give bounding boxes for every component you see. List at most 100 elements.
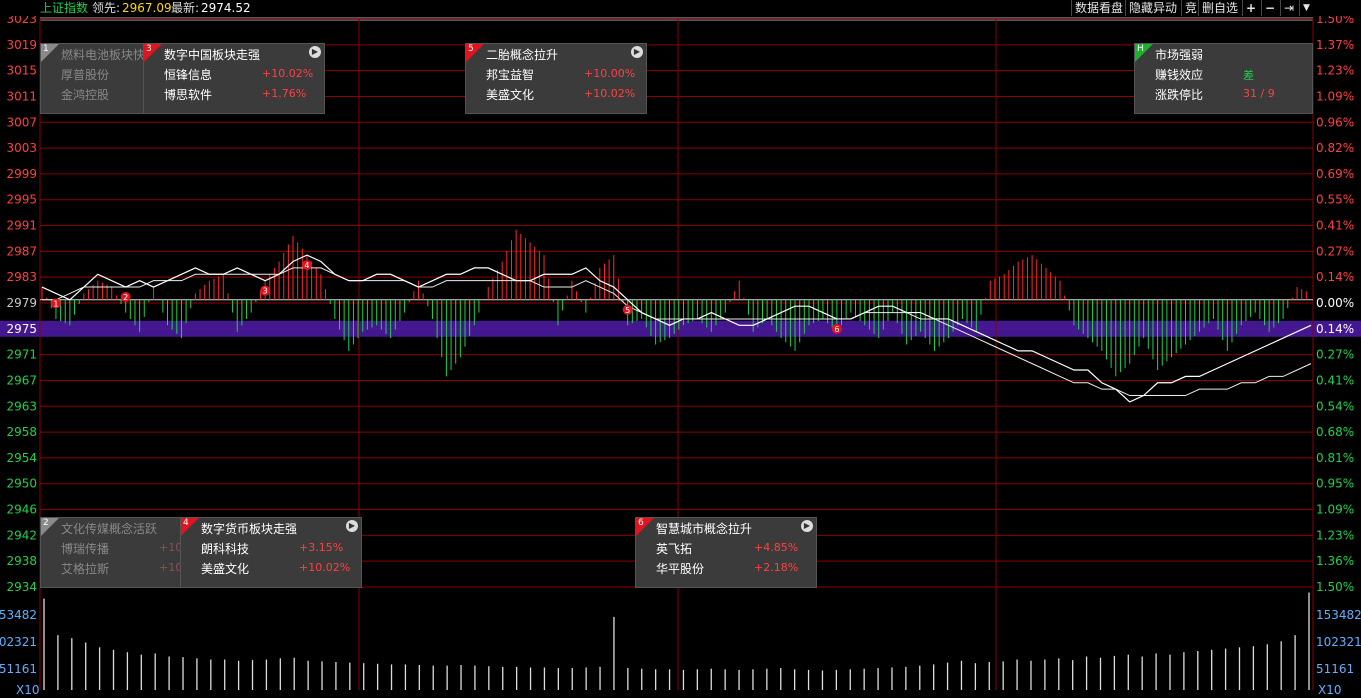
- popup-stock-name[interactable]: 博瑞传播: [61, 540, 109, 557]
- y-axis-right-label: 0.14%: [1316, 322, 1354, 336]
- popup-stock-change: +10.00%: [584, 67, 636, 80]
- delete-watchlist-button[interactable]: 删自选: [1198, 0, 1241, 16]
- popup-title: 燃料电池板块快: [61, 48, 146, 62]
- popup-stock-name[interactable]: 金鸿控股: [61, 86, 109, 103]
- y-axis-right-label: 1.23%: [1316, 64, 1354, 78]
- volume-unit-label: X10: [16, 683, 40, 697]
- y-axis-right-label: 0.14%: [1316, 270, 1354, 284]
- lead-value: 2967.09: [122, 1, 172, 15]
- volume-axis-right-label: 51161: [1316, 662, 1354, 676]
- popup-stock-name[interactable]: 美盛文化: [486, 86, 534, 103]
- y-axis-label: 3007: [6, 115, 37, 129]
- event-marker-label: 1: [53, 299, 58, 308]
- y-axis-label: 2999: [6, 167, 37, 181]
- event-marker-label: 5: [625, 306, 630, 315]
- y-axis-label: 3015: [6, 64, 37, 78]
- y-axis-right-label: 0.55%: [1316, 193, 1354, 207]
- popup-stock-change: +10.02%: [262, 67, 314, 80]
- popup-stock-change: 差: [1243, 69, 1254, 82]
- popup-stock-name[interactable]: 英飞拓: [656, 540, 692, 557]
- index-name: 上证指数: [40, 1, 89, 15]
- y-axis-label: 2975: [6, 322, 37, 336]
- popup-stock-change: +10.02%: [299, 561, 351, 574]
- popup-stock-name[interactable]: 美盛文化: [201, 560, 249, 577]
- popup-stock-change: +1.76%: [262, 87, 307, 100]
- y-axis-right-label: 1.09%: [1316, 89, 1354, 103]
- popup-stock-change: +4.85%: [754, 541, 799, 554]
- popup-arrow-icon[interactable]: ▶: [309, 46, 321, 58]
- latest-label: 最新:: [171, 1, 200, 15]
- popup-arrow-icon[interactable]: ▶: [631, 46, 643, 58]
- y-axis-right-label: 1.37%: [1316, 38, 1354, 52]
- popup-title: 文化传媒概念活跃: [61, 522, 158, 536]
- popup-stock-name[interactable]: 朗科科技: [201, 540, 249, 557]
- y-axis-right-label: 1.09%: [1316, 503, 1354, 517]
- y-axis-label: 2979: [6, 296, 37, 310]
- popup-arrow-icon[interactable]: ▶: [346, 520, 358, 532]
- event-popup[interactable]: 5 二胎概念拉升 ▶ 邦宝益智 +10.00% 美盛文化 +10.02%: [465, 43, 647, 114]
- popup-stock-name[interactable]: 艾格拉斯: [61, 560, 109, 577]
- y-axis-label: 3011: [6, 89, 37, 103]
- y-axis-label: 2987: [6, 244, 37, 258]
- volume-unit-right-label: X10: [1318, 683, 1342, 697]
- lead-label: 领先:: [92, 1, 121, 15]
- hide-alerts-button[interactable]: 隐藏异动: [1125, 0, 1180, 16]
- event-popup[interactable]: 3 数字中国板块走强 ▶ 恒锋信息 +10.02% 博思软件 +1.76%: [143, 43, 325, 114]
- popup-stock-change: 31 / 9: [1243, 87, 1275, 100]
- event-popup[interactable]: H 市场强弱 赚钱效应 差涨跌停比 31 / 9: [1134, 43, 1313, 114]
- y-axis-label: 2995: [6, 193, 37, 207]
- plus-icon[interactable]: +: [1242, 0, 1259, 16]
- volume-axis-label: 102321: [0, 635, 37, 649]
- y-axis-right-label: 0.81%: [1316, 451, 1354, 465]
- pin-icon[interactable]: ⇥: [1280, 0, 1297, 16]
- event-popup[interactable]: 4 数字货币板块走强 ▶ 朗科科技 +3.15% 美盛文化 +10.02%: [180, 517, 362, 588]
- popup-title: 数字货币板块走强: [201, 522, 298, 536]
- popup-title: 二胎概念拉升: [486, 48, 559, 62]
- popup-stock-name[interactable]: 涨跌停比: [1155, 86, 1203, 103]
- y-axis-right-label: 0.68%: [1316, 425, 1354, 439]
- y-axis-right-label: 0.69%: [1316, 167, 1354, 181]
- popup-stock-change: +10.02%: [584, 87, 636, 100]
- volume-axis-label: 153482: [0, 608, 37, 622]
- popup-stock-name[interactable]: 恒锋信息: [164, 66, 212, 83]
- top-toolbar: 上证指数 领先: 2967.09 最新: 2974.52 数据看盘 隐藏异动 竞…: [0, 0, 1361, 16]
- y-axis-label: 2958: [6, 425, 37, 439]
- popup-number: 5: [468, 44, 474, 54]
- y-axis-label: 2967: [6, 373, 37, 387]
- y-axis-right-label: 1.23%: [1316, 528, 1354, 542]
- volume-axis-right-label: 102321: [1316, 635, 1361, 649]
- popup-stock-name[interactable]: 厚普股份: [61, 66, 109, 83]
- data-view-button[interactable]: 数据看盘: [1071, 0, 1126, 16]
- event-popup[interactable]: 6 智慧城市概念拉升 ▶ 英飞拓 +4.85% 华平股份 +2.18%: [635, 517, 817, 588]
- event-marker-label: 2: [123, 293, 128, 302]
- popup-stock-name[interactable]: 博思软件: [164, 86, 212, 103]
- popup-stock-name[interactable]: 邦宝益智: [486, 66, 534, 83]
- popup-arrow-icon[interactable]: ▶: [801, 520, 813, 532]
- y-axis-label: 3003: [6, 141, 37, 155]
- popup-number: 2: [43, 518, 49, 528]
- popup-number: H: [1137, 44, 1144, 54]
- y-axis-label: 2942: [6, 528, 37, 542]
- popup-title: 数字中国板块走强: [164, 48, 261, 62]
- y-axis-right-label: 0.27%: [1316, 244, 1354, 258]
- y-axis-label: 2991: [6, 219, 37, 233]
- y-axis-right-label: 0.27%: [1316, 348, 1354, 362]
- y-axis-label: 2983: [6, 270, 37, 284]
- y-axis-right-label: 0.95%: [1316, 477, 1354, 491]
- y-axis-label: 2934: [6, 580, 37, 594]
- event-popup[interactable]: 2 文化传媒概念活跃 博瑞传播 +10. 艾格拉斯 +10.: [40, 517, 186, 588]
- y-axis-label: 2946: [6, 503, 37, 517]
- y-axis-right-label: 0.41%: [1316, 373, 1354, 387]
- popup-stock-name[interactable]: 华平股份: [656, 560, 704, 577]
- volume-axis-label: 51161: [0, 662, 37, 676]
- popup-number: 1: [43, 44, 49, 54]
- popup-stock-name[interactable]: 赚钱效应: [1155, 66, 1203, 83]
- y-axis-label: 2971: [6, 348, 37, 362]
- y-axis-label: 2954: [6, 451, 37, 465]
- minus-icon[interactable]: −: [1261, 0, 1278, 16]
- dropdown-icon[interactable]: ▼: [1299, 0, 1313, 16]
- latest-value: 2974.52: [201, 1, 251, 15]
- y-axis-right-label: 0.41%: [1316, 219, 1354, 233]
- event-marker-label: 3: [263, 287, 268, 296]
- y-axis-right-label: 0.96%: [1316, 115, 1354, 129]
